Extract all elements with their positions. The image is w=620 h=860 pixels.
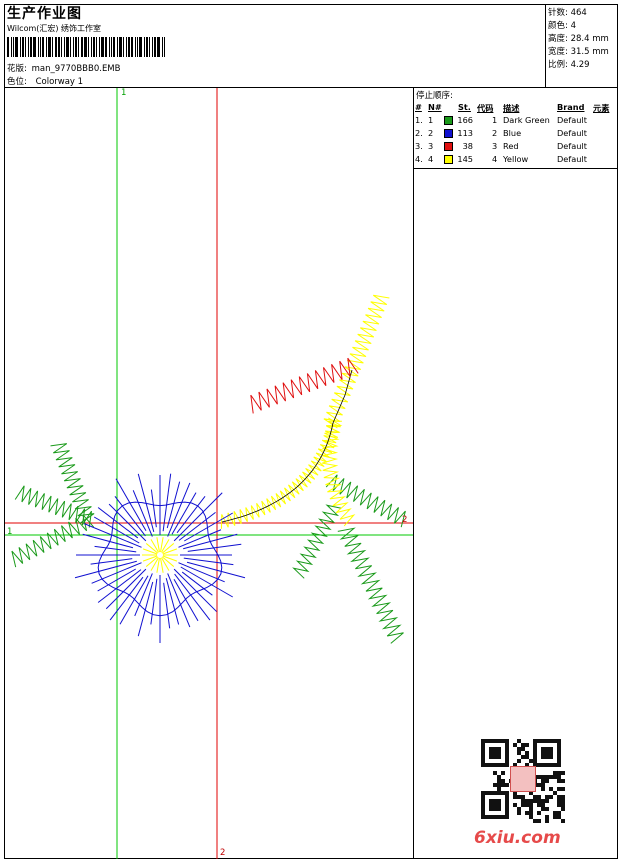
flower-petal-stitch [150,489,157,528]
leaf-right-upper [325,474,406,528]
watermark-text: 6xiu.com [474,828,561,848]
stem-yellow-lower [321,417,356,527]
qr-logo-stamp [510,766,536,792]
flower-petal-stitch [173,492,223,542]
axis-marker-bottom: 2 [220,848,226,858]
flower-petal-stitch [74,560,137,579]
axis-marker-right: 2 [402,515,408,525]
flower-petal-stitch [90,558,133,565]
axis-marker-top: 1 [121,88,127,98]
axis-marker-left: 1 [7,527,13,537]
flower-petal-stitch [97,569,142,603]
stem-running-stitch [221,422,334,523]
leaf-right-small [292,504,342,579]
leaf-right-lower [337,527,404,644]
leaf-left-top [50,443,95,524]
branch-yellow-top [323,294,390,429]
leaf-red [250,357,359,414]
embroidery-design [11,294,406,644]
embroidery-canvas [5,88,413,859]
leaf-left-middle [14,485,92,528]
